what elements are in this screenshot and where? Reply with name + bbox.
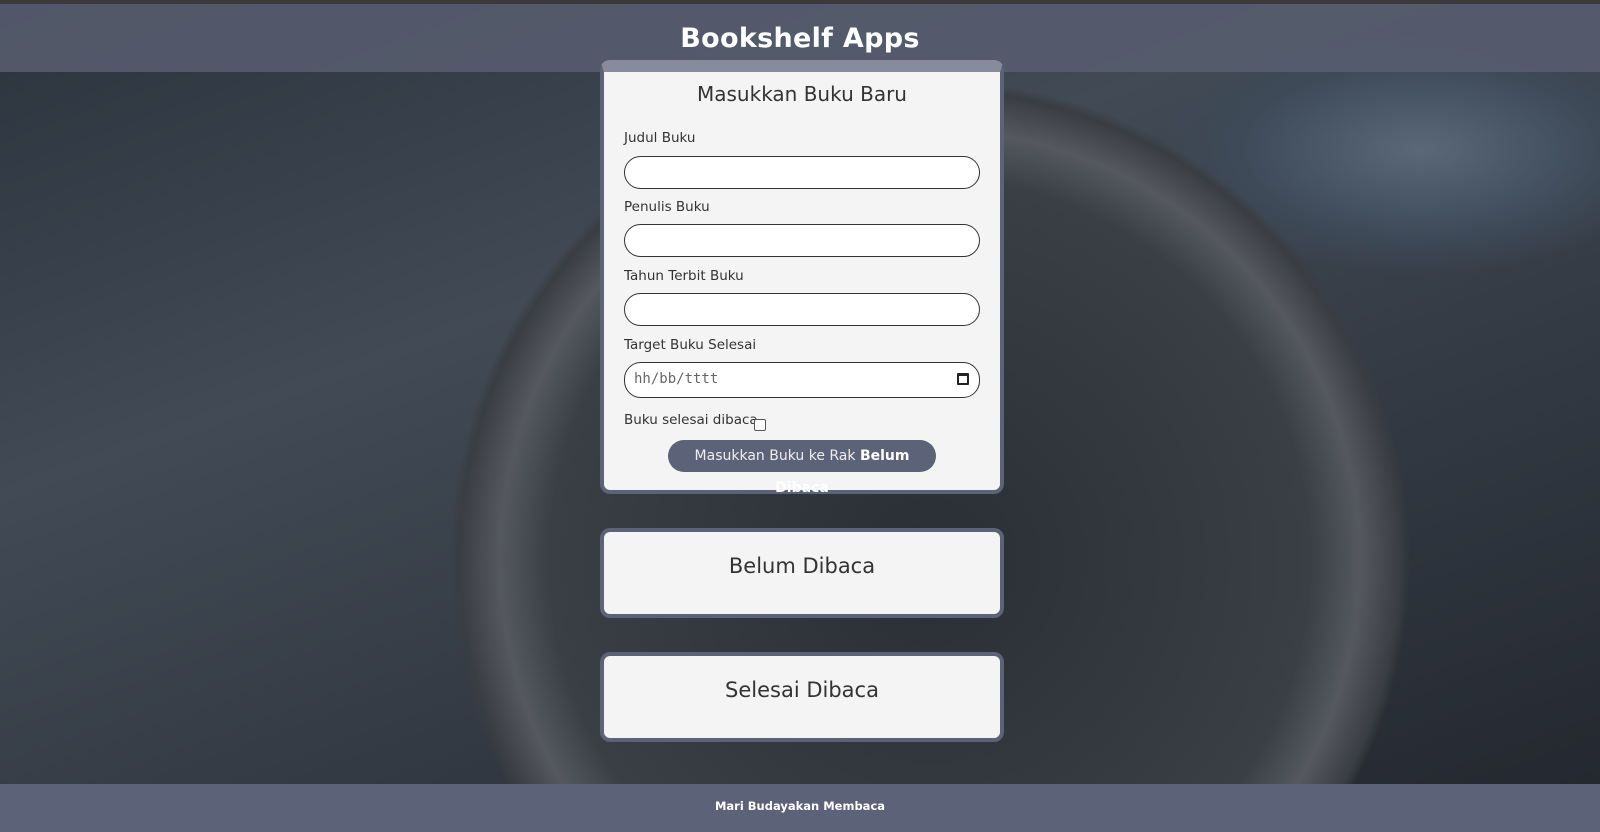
complete-label: Buku selesai dibaca bbox=[624, 412, 758, 428]
calendar-icon[interactable] bbox=[957, 373, 969, 385]
title-input[interactable] bbox=[624, 156, 980, 189]
target-label: Target Buku Selesai bbox=[624, 337, 757, 353]
submit-prefix: Masukkan Buku ke Rak bbox=[694, 448, 856, 464]
input-book-form: Masukkan Buku Baru Judul Buku Penulis Bu… bbox=[600, 60, 1004, 496]
incomplete-shelf-title: Belum Dibaca bbox=[728, 554, 876, 578]
incomplete-shelf: Belum Dibaca bbox=[600, 528, 1004, 618]
footer: Mari Budayakan Membaca bbox=[0, 784, 1600, 832]
author-input[interactable] bbox=[624, 224, 980, 257]
year-label: Tahun Terbit Buku bbox=[624, 268, 744, 284]
complete-shelf-title: Selesai Dibaca bbox=[725, 678, 879, 702]
author-label: Penulis Buku bbox=[624, 199, 710, 215]
form-title: Masukkan Buku Baru bbox=[697, 82, 907, 106]
title-label: Judul Buku bbox=[624, 130, 696, 146]
date-placeholder: hh/bb/tttt bbox=[634, 371, 719, 387]
submit-button[interactable]: Masukkan Buku ke Rak Belum Dibaca bbox=[668, 440, 936, 496]
footer-text: Mari Budayakan Membaca bbox=[714, 799, 886, 813]
year-input[interactable] bbox=[624, 293, 980, 326]
target-date-input[interactable]: hh/bb/tttt bbox=[624, 362, 980, 398]
complete-checkbox[interactable] bbox=[754, 419, 766, 431]
complete-shelf: Selesai Dibaca bbox=[600, 652, 1004, 742]
